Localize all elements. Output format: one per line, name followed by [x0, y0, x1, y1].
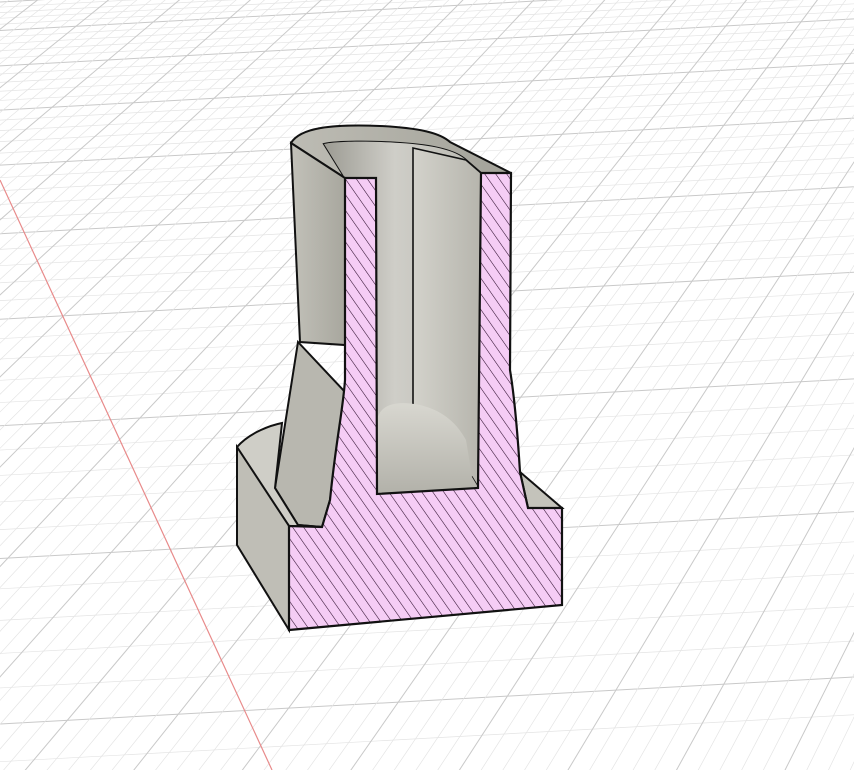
- x-axis-line: [0, 179, 273, 770]
- viewport-canvas[interactable]: [0, 0, 854, 770]
- 3d-viewport[interactable]: [0, 0, 854, 770]
- section-view-part[interactable]: [236, 124, 565, 634]
- grid-line-horizontal: [0, 0, 340, 19]
- grid-line-horizontal: [0, 26, 854, 75]
- outer-wall-left: [289, 141, 346, 347]
- grid-line-depth: [849, 761, 854, 770]
- grid-line-horizontal: [0, 53, 854, 101]
- grid-line-depth: [719, 517, 854, 770]
- grid-line-depth: [611, 351, 854, 770]
- grid-line-depth: [567, 292, 854, 770]
- grid-line-horizontal: [0, 676, 854, 725]
- grid-line-depth: [784, 631, 854, 770]
- grid-line-depth: [828, 716, 854, 770]
- grid-line-horizontal: [0, 62, 854, 111]
- grid-line-depth: [697, 481, 854, 770]
